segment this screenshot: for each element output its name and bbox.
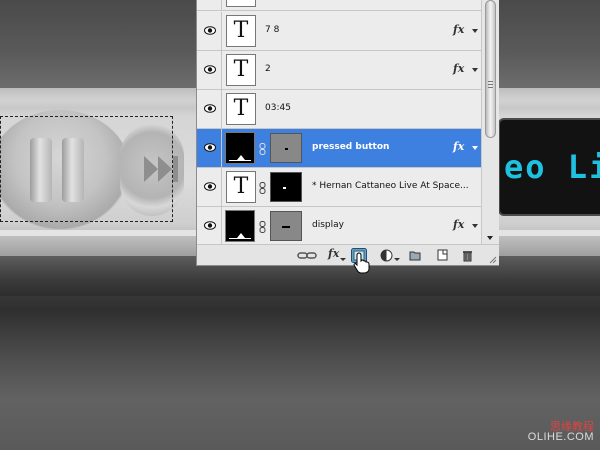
eye-icon: [204, 221, 216, 230]
layer-name[interactable]: 7 8: [265, 25, 279, 35]
visibility-toggle[interactable]: [197, 90, 222, 128]
layer-row-display[interactable]: display fx: [197, 207, 481, 244]
trash-icon[interactable]: [462, 249, 473, 262]
grip-line: [488, 81, 493, 82]
layer-name[interactable]: pressed button: [312, 142, 389, 152]
visibility-toggle[interactable]: [197, 12, 222, 50]
fx-icon[interactable]: fx: [453, 23, 464, 36]
eye-icon: [204, 182, 216, 191]
fx-icon[interactable]: fx: [453, 218, 464, 231]
new-layer-icon[interactable]: [437, 249, 448, 262]
grip-line: [488, 84, 493, 85]
grip-line: [488, 87, 493, 88]
scroll-down-arrow-icon[interactable]: [487, 236, 493, 240]
display-text: eo Liv: [504, 148, 600, 186]
mask-link-icon[interactable]: [259, 143, 266, 155]
layers-panel: T 7 8 fx T 2 fx T 03:45 pressed button f…: [196, 0, 499, 266]
layer-row-7-8[interactable]: T 7 8 fx: [197, 12, 481, 51]
track-display: eo Liv: [498, 118, 600, 216]
scrollbar-thumb[interactable]: [485, 0, 496, 138]
layers-list: T 7 8 fx T 2 fx T 03:45 pressed button f…: [197, 0, 481, 244]
chevron-down-icon[interactable]: [394, 249, 400, 262]
layer-name[interactable]: * Hernan Cattaneo Live At Space...: [312, 181, 469, 191]
new-group-icon[interactable]: [409, 249, 421, 262]
mask-link-icon[interactable]: [259, 221, 266, 233]
fx-expand-arrow-icon[interactable]: [472, 29, 478, 33]
visibility-toggle[interactable]: [197, 168, 222, 206]
layer-row-0345[interactable]: T 03:45: [197, 90, 481, 129]
visibility-toggle[interactable]: [197, 207, 222, 244]
visibility-toggle[interactable]: [197, 51, 222, 89]
layer-mask-thumbnail[interactable]: [270, 211, 302, 241]
layers-scrollbar[interactable]: [481, 0, 499, 244]
layer-thumbnail: [225, 132, 255, 164]
fx-icon[interactable]: fx: [453, 140, 464, 153]
eye-icon: [204, 104, 216, 113]
visibility-toggle[interactable]: [197, 129, 222, 167]
layer-thumbnail: [226, 0, 256, 7]
layers-toolbar: fx: [197, 244, 499, 265]
layer-name[interactable]: display: [312, 220, 344, 230]
fx-expand-arrow-icon[interactable]: [472, 146, 478, 150]
chevron-down-icon[interactable]: [340, 249, 346, 262]
watermark: 思缘教程 OLIHE.COM: [528, 421, 594, 444]
layer-mask-thumbnail[interactable]: [270, 133, 302, 163]
watermark-en: OLIHE.COM: [527, 431, 594, 444]
layer-style-icon[interactable]: fx: [328, 247, 339, 260]
eye-icon: [204, 143, 216, 152]
hand-cursor-icon: [353, 252, 370, 274]
eye-icon: [204, 65, 216, 74]
layer-thumbnail: [225, 210, 255, 242]
visibility-toggle[interactable]: [197, 0, 222, 10]
fx-icon[interactable]: fx: [453, 62, 464, 75]
text-layer-thumbnail: T: [226, 54, 256, 86]
selection-marquee[interactable]: [0, 116, 173, 222]
layer-name[interactable]: 2: [265, 64, 271, 74]
text-layer-thumbnail: T: [226, 171, 256, 203]
mask-link-icon[interactable]: [259, 182, 266, 194]
eye-icon: [204, 26, 216, 35]
fx-expand-arrow-icon[interactable]: [472, 68, 478, 72]
adjustment-layer-icon[interactable]: [380, 249, 393, 262]
link-layers-icon[interactable]: [297, 249, 317, 262]
resize-grip-icon[interactable]: [489, 256, 497, 264]
layer-row-pressed-button[interactable]: pressed button fx: [197, 129, 481, 168]
fx-expand-arrow-icon[interactable]: [472, 224, 478, 228]
text-layer-thumbnail: T: [226, 93, 256, 125]
layer-row-partial[interactable]: [197, 0, 481, 11]
layer-mask-thumbnail[interactable]: [270, 172, 302, 202]
layer-row-2[interactable]: T 2 fx: [197, 51, 481, 90]
layer-name[interactable]: 03:45: [265, 103, 291, 113]
text-layer-thumbnail: T: [226, 15, 256, 47]
layer-row-hernan-cattaneo[interactable]: T * Hernan Cattaneo Live At Space...: [197, 168, 481, 207]
